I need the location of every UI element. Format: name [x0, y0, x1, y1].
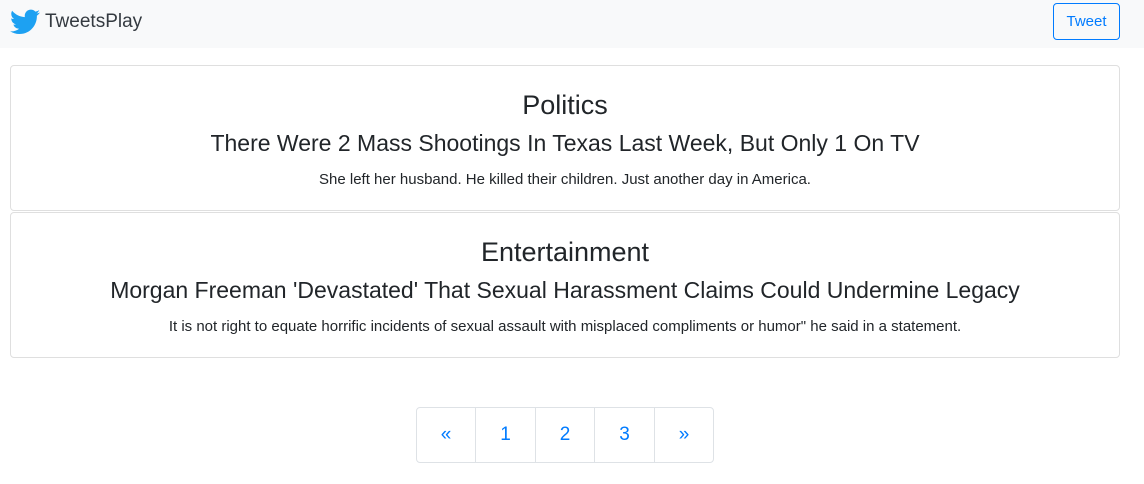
article-card: Politics There Were 2 Mass Shootings In …: [10, 65, 1120, 211]
article-category: Politics: [522, 90, 608, 120]
tweet-button[interactable]: Tweet: [1053, 3, 1120, 40]
page-2-button[interactable]: 2: [536, 408, 595, 462]
article-card: Entertainment Morgan Freeman 'Devastated…: [10, 212, 1120, 358]
article-summary: She left her husband. He killed their ch…: [319, 171, 811, 188]
brand[interactable]: TweetsPlay: [10, 8, 142, 36]
pagination: « 1 2 3 »: [416, 407, 714, 463]
article-title[interactable]: There Were 2 Mass Shootings In Texas Las…: [11, 128, 1119, 158]
article-category: Entertainment: [480, 237, 650, 267]
page-previous-button[interactable]: «: [417, 408, 476, 462]
article-title[interactable]: Morgan Freeman 'Devastated' That Sexual …: [11, 275, 1119, 305]
article-summary: It is not right to equate horrific incid…: [168, 318, 962, 335]
navbar: TweetsPlay Tweet: [0, 0, 1144, 48]
page-3-button[interactable]: 3: [595, 408, 655, 462]
page-1-button[interactable]: 1: [476, 408, 536, 462]
twitter-bird-icon: [10, 9, 40, 35]
brand-name: TweetsPlay: [45, 11, 143, 32]
page-next-button[interactable]: »: [655, 408, 713, 462]
